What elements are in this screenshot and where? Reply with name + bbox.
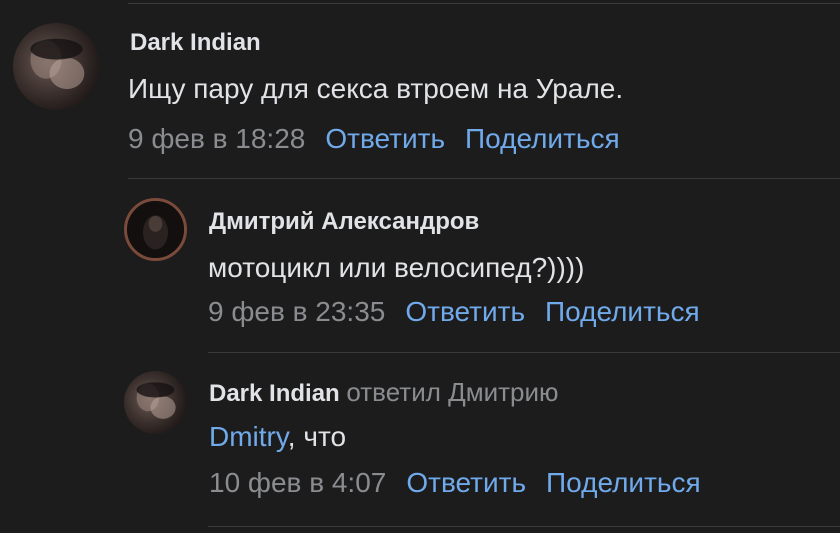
avatar-icon[interactable]: [124, 371, 187, 434]
comment-text: Dmitry, что: [209, 421, 346, 453]
avatar-icon[interactable]: [13, 23, 100, 110]
share-button[interactable]: Поделиться: [465, 123, 620, 154]
share-button[interactable]: Поделиться: [546, 467, 701, 498]
comment-divider: [128, 178, 840, 179]
mention-link[interactable]: Dmitry: [209, 421, 288, 452]
reply-to-label[interactable]: ответил Дмитрию: [346, 377, 558, 407]
reply-button[interactable]: Ответить: [325, 123, 445, 154]
top-divider: [128, 3, 840, 4]
comment-date[interactable]: 9 фев в 18:28: [128, 123, 305, 154]
comment-meta: 10 фев в 4:07 Ответить Поделиться: [209, 467, 701, 499]
comment-date[interactable]: 10 фев в 4:07: [209, 467, 386, 498]
comment-meta: 9 фев в 23:35 Ответить Поделиться: [208, 296, 700, 328]
reply-button[interactable]: Ответить: [405, 296, 525, 327]
comment-text-body: , что: [287, 421, 347, 452]
comment-divider: [208, 526, 840, 527]
comment-meta: 9 фев в 18:28 Ответить Поделиться: [128, 123, 620, 155]
reply-button[interactable]: Ответить: [406, 467, 526, 498]
comment-author[interactable]: Дмитрий Александров: [209, 208, 479, 236]
comment-author: Dark Indian ответил Дмитрию: [209, 377, 559, 408]
comment-date[interactable]: 9 фев в 23:35: [208, 296, 385, 327]
comment-author[interactable]: Dark Indian: [130, 29, 261, 57]
comment-text: мотоцикл или велосипед?)))): [208, 252, 585, 283]
comment-divider: [208, 352, 840, 353]
comment-text: Ищу пару для секса втроем на Урале.: [128, 73, 624, 104]
share-button[interactable]: Поделиться: [545, 296, 700, 327]
avatar-icon[interactable]: [124, 198, 187, 261]
author-name[interactable]: Dark Indian: [209, 380, 340, 407]
